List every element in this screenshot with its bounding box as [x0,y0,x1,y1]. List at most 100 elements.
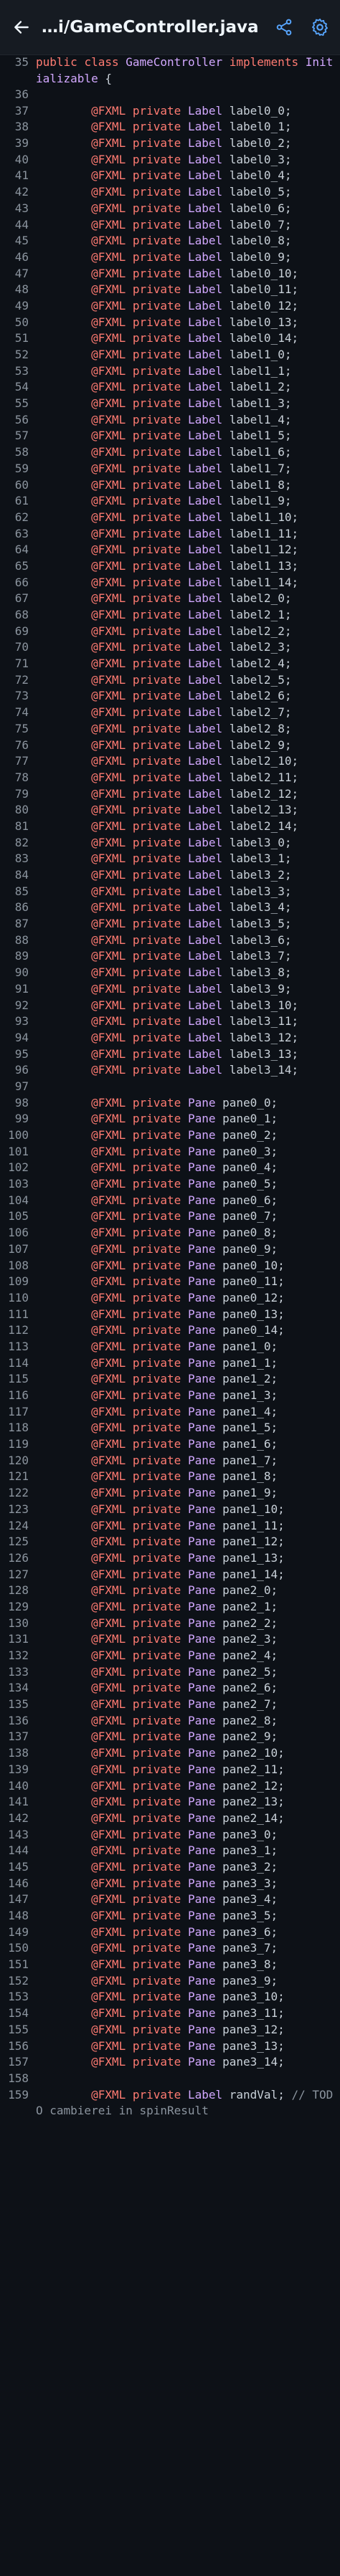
line-number: 157 [8,2055,29,2069]
code-text: @FXML private Label label2_11; [91,770,299,784]
line-number: 75 [14,721,29,735]
code-line: 47 @FXML private Label label0_10; [0,266,340,282]
code-line: 56 @FXML private Label label1_4; [0,412,340,429]
line-number: 135 [8,1697,29,1712]
code-line: 88 @FXML private Label label3_6; [0,932,340,949]
code-text: @FXML private Label label0_10; [91,266,299,280]
line-number: 152 [8,1973,29,1988]
code-line: 76 @FXML private Label label2_9; [0,738,340,754]
line-number: 118 [8,1421,29,1435]
code-text: @FXML private Pane pane1_5; [91,1421,278,1435]
code-text: @FXML private Label label1_0; [91,348,292,361]
code-line: 148 @FXML private Pane pane3_5; [0,1908,340,1924]
line-number: 126 [8,1550,29,1565]
line-number: 125 [8,1535,29,1549]
code-text: @FXML private Pane pane2_10; [91,1746,285,1760]
line-number: 54 [14,380,29,394]
code-text: @FXML private Pane pane2_4; [91,1649,278,1662]
file-title: …i/GameController.java [42,18,259,37]
line-number: 148 [8,1909,29,1922]
line-number: 94 [14,1030,29,1044]
code-line: 52 @FXML private Label label1_0; [0,347,340,363]
code-text: @FXML private Pane pane2_3; [91,1632,278,1646]
code-line: 51 @FXML private Label label0_14; [0,330,340,347]
code-text: @FXML private Label label3_14; [91,1063,299,1077]
line-number: 111 [8,1307,29,1321]
line-number: 58 [14,445,29,459]
code-text: @FXML private Pane pane1_12; [91,1535,285,1549]
code-text: @FXML private Label label1_2; [91,380,292,394]
code-line: 38 @FXML private Label label0_1; [0,119,340,135]
line-number: 104 [8,1193,29,1207]
code-line: 63 @FXML private Label label1_11; [0,526,340,543]
code-text: @FXML private Pane pane2_6; [91,1681,278,1695]
code-text: @FXML private Label label2_8; [91,721,292,735]
code-line: 64 @FXML private Label label1_12; [0,542,340,558]
line-number: 51 [14,331,29,345]
code-line: 46 @FXML private Label label0_9; [0,249,340,266]
code-line: 110 @FXML private Pane pane0_12; [0,1290,340,1307]
line-number: 119 [8,1437,29,1451]
code-line: 49 @FXML private Label label0_12; [0,298,340,315]
code-line: 143 @FXML private Pane pane3_0; [0,1827,340,1843]
code-view[interactable]: 35 public class GameController implements… [0,54,340,2119]
share-button[interactable] [268,11,300,43]
line-number: 108 [8,1258,29,1272]
code-line: 54 @FXML private Label label1_2; [0,379,340,396]
code-line: 85 @FXML private Label label3_3; [0,884,340,900]
code-text: @FXML private Pane pane1_8; [91,1469,278,1484]
code-line: 156 @FXML private Pane pane3_13; [0,2038,340,2055]
code-line: 118 @FXML private Pane pane1_5; [0,1420,340,1436]
code-text: @FXML private Label label2_13; [91,803,299,817]
code-line: 141 @FXML private Pane pane2_13; [0,1794,340,1811]
code-text: @FXML private Pane pane0_7; [91,1209,278,1223]
code-line: 81 @FXML private Label label2_14; [0,819,340,835]
back-button[interactable] [6,11,37,43]
code-text: @FXML private Pane pane1_2; [91,1372,278,1386]
code-line: 153 @FXML private Pane pane3_10; [0,1989,340,2005]
code-line: 75 @FXML private Label label2_8; [0,721,340,738]
code-line: 95 @FXML private Label label3_13; [0,1046,340,1063]
code-line: 140 @FXML private Pane pane2_12; [0,1778,340,1795]
line-number: 49 [14,298,29,313]
code-line: 155 @FXML private Pane pane3_12; [0,2022,340,2038]
line-number: 156 [8,2038,29,2053]
code-text: @FXML private Pane pane2_7; [91,1697,278,1712]
code-line: 130 @FXML private Pane pane2_2; [0,1616,340,1632]
code-line: 113 @FXML private Pane pane1_0; [0,1339,340,1355]
line-number: 68 [14,608,29,621]
code-text: @FXML private Pane pane3_14; [91,2055,285,2069]
code-text: @FXML private Pane pane1_11; [91,1518,285,1532]
code-text: @FXML private Pane pane3_2; [91,1859,278,1874]
code-text: @FXML private Label label1_14; [91,575,299,589]
code-line: 69 @FXML private Label label2_2; [0,624,340,640]
line-number: 61 [14,494,29,508]
line-number: 39 [14,136,29,151]
code-text: @FXML private Pane pane2_2; [91,1616,278,1630]
code-text: @FXML private Pane pane0_2; [91,1128,278,1142]
line-number: 114 [8,1355,29,1370]
line-number: 35 [14,55,29,69]
code-text: @FXML private Label label2_1; [91,608,292,621]
code-text: @FXML private Pane pane1_13; [91,1550,285,1565]
line-number: 96 [14,1063,29,1077]
code-text: @FXML private Label label0_6; [91,201,292,215]
code-line: 151 @FXML private Pane pane3_8; [0,1957,340,1973]
code-text: @FXML private Pane pane2_9; [91,1730,278,1744]
line-number: 87 [14,917,29,931]
code-line: 60 @FXML private Label label1_8; [0,477,340,494]
code-line: 145 @FXML private Pane pane3_2; [0,1859,340,1876]
code-text: @FXML private Label label3_8; [91,965,292,980]
code-text: @FXML private Label label2_4; [91,657,292,671]
code-text: @FXML private Label label2_14; [91,819,299,833]
line-number: 106 [8,1226,29,1240]
code-line: 152 @FXML private Pane pane3_9; [0,1973,340,1990]
code-text: @FXML private Label label3_7; [91,949,292,963]
code-text: @FXML private Label label1_4; [91,412,292,426]
code-line: 142 @FXML private Pane pane2_14; [0,1811,340,1827]
line-number: 136 [8,1713,29,1727]
code-line: 134 @FXML private Pane pane2_6; [0,1680,340,1697]
code-text: @FXML private Label label0_14; [91,331,299,345]
code-text: @FXML private Pane pane3_1; [91,1843,278,1858]
settings-button[interactable] [304,11,336,43]
